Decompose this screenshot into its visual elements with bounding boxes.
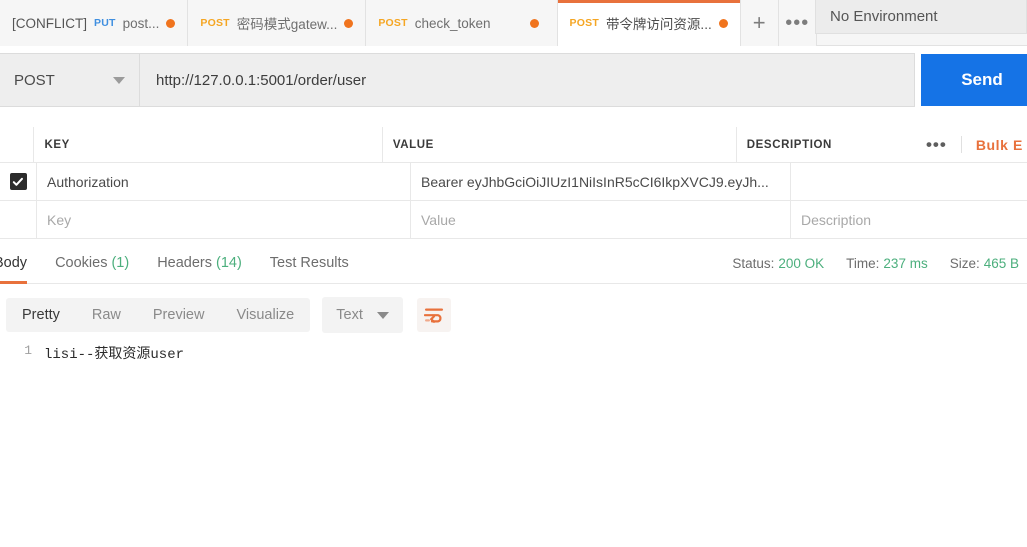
view-tab-raw[interactable]: Raw (76, 298, 137, 332)
http-method-value: POST (14, 71, 55, 89)
view-tab-preview[interactable]: Preview (137, 298, 221, 332)
size-value: 465 B (983, 256, 1019, 271)
status-value: 200 OK (778, 256, 825, 271)
tab-method-badge: POST (200, 17, 230, 29)
tab-method-badge: POST (569, 17, 599, 29)
column-header-description-label: DESCRIPTION (746, 138, 832, 151)
placeholder-description-cell[interactable]: Description (791, 201, 1027, 238)
table-tools: ••• Bulk E (912, 136, 1027, 153)
url-value: http://127.0.0.1:5001/order/user (156, 71, 367, 89)
new-tab-button[interactable]: + (740, 0, 779, 46)
tab-title: 带令牌访问资源... (605, 17, 712, 32)
line-number: 1 (24, 343, 32, 358)
line-content: lisi--获取资源user (44, 347, 185, 363)
table-header-row: KEY VALUE DESCRIPTION ••• Bulk E (0, 127, 1027, 163)
response-view-mode-group: Pretty Raw Preview Visualize (6, 298, 311, 332)
row-key-cell[interactable]: Authorization (37, 163, 411, 200)
row-key-value: Authorization (47, 173, 129, 190)
row-enabled-checkbox[interactable] (9, 173, 27, 190)
time-label: Time: (846, 256, 880, 271)
response-tab-cookies-label: Cookies (55, 255, 108, 271)
word-wrap-toggle[interactable] (416, 298, 451, 332)
time-value: 237 ms (883, 256, 928, 271)
tab-options-button[interactable]: ••• (778, 0, 817, 46)
placeholder-value-text: Value (421, 211, 456, 228)
placeholder-checkbox-cell (0, 201, 37, 238)
row-description-cell[interactable] (791, 163, 1027, 200)
column-header-value: VALUE (383, 127, 737, 162)
response-tab-headers-count: (14) (216, 255, 242, 271)
table-placeholder-row[interactable]: Key Value Description (0, 201, 1027, 239)
request-url-bar: POST http://127.0.0.1:5001/order/user Se… (0, 52, 1027, 108)
response-meta: Status: 200 OK Time: 237 ms Size: 465 B (732, 243, 1019, 284)
request-tab-3[interactable]: POST check_token (366, 0, 558, 46)
response-tab-cookies[interactable]: Cookies (1) (55, 243, 129, 284)
view-tab-pretty[interactable]: Pretty (6, 298, 76, 332)
tab-title: check_token (414, 15, 491, 31)
response-body[interactable]: 1 lisi--获取资源user (0, 343, 1027, 547)
request-tab-4-active[interactable]: POST 带令牌访问资源... (557, 0, 741, 46)
code-line: 1 lisi--获取资源user (0, 343, 1027, 365)
url-input[interactable]: http://127.0.0.1:5001/order/user (140, 53, 915, 107)
row-value-cell[interactable]: Bearer eyJhbGciOiJIUzI1NiIsInR5cCI6IkpXV… (411, 163, 791, 200)
unsaved-indicator-icon[interactable] (344, 18, 354, 28)
plus-icon: + (752, 10, 766, 35)
placeholder-value-cell[interactable]: Value (411, 201, 791, 238)
tab-method-badge: POST (378, 17, 408, 29)
request-tab-bar: [CONFLICT] PUT post... POST 密码模式gatew...… (0, 0, 1027, 46)
status-badge: Status: 200 OK (732, 256, 824, 271)
tab-title: 密码模式gatew... (236, 17, 338, 32)
response-tab-bar: Body Cookies (1) Headers (14) Test Resul… (0, 243, 1027, 284)
unsaved-indicator-icon[interactable] (166, 18, 176, 28)
view-tab-visualize[interactable]: Visualize (220, 298, 310, 332)
unsaved-indicator-icon[interactable] (718, 18, 728, 28)
chevron-down-icon (113, 76, 125, 84)
table-row[interactable]: Authorization Bearer eyJhbGciOiJIUzI1NiI… (0, 163, 1027, 201)
response-tab-cookies-count: (1) (111, 255, 130, 271)
postman-window: [CONFLICT] PUT post... POST 密码模式gatew...… (0, 0, 1027, 547)
column-header-key: KEY (34, 127, 383, 162)
size-badge: Size: 465 B (950, 256, 1019, 271)
environment-label: No Environment (830, 8, 938, 25)
size-label: Size: (949, 256, 980, 271)
chevron-down-icon (376, 311, 389, 319)
placeholder-key-text: Key (47, 211, 72, 228)
word-wrap-icon (423, 308, 443, 323)
headers-table: KEY VALUE DESCRIPTION ••• Bulk E Authori… (0, 127, 1027, 239)
bulk-edit-link[interactable]: Bulk E (962, 137, 1023, 153)
response-tab-body[interactable]: Body (0, 243, 28, 284)
request-tab-1[interactable]: [CONFLICT] PUT post... (0, 0, 189, 46)
time-badge: Time: 237 ms (846, 256, 928, 271)
placeholder-key-cell[interactable]: Key (37, 201, 411, 238)
unsaved-indicator-icon[interactable] (529, 18, 539, 28)
response-tab-test-results-label: Test Results (269, 255, 349, 271)
column-header-description: DESCRIPTION ••• Bulk E (737, 127, 1027, 162)
response-format-value: Text (336, 307, 363, 323)
header-checkbox-spacer (0, 127, 35, 162)
send-button[interactable]: Send (921, 54, 1027, 106)
response-format-select[interactable]: Text (322, 297, 403, 333)
tab-method-badge: PUT (94, 17, 116, 29)
response-tab-test-results[interactable]: Test Results (270, 243, 349, 284)
response-tab-body-label: Body (0, 255, 28, 271)
response-view-toolbar: Pretty Raw Preview Visualize Text (0, 291, 1027, 339)
environment-selector[interactable]: No Environment (815, 0, 1027, 34)
placeholder-description-text: Description (801, 211, 872, 228)
tab-title: post... (122, 15, 160, 31)
table-options-icon[interactable]: ••• (912, 136, 962, 153)
row-checkbox-cell (0, 163, 37, 200)
http-method-select[interactable]: POST (0, 53, 140, 107)
ellipsis-icon: ••• (785, 12, 810, 34)
row-value-value: Bearer eyJhbGciOiJIUzI1NiIsInR5cCI6IkpXV… (421, 173, 769, 190)
response-tab-headers[interactable]: Headers (14) (157, 243, 242, 284)
status-label: Status: (732, 256, 775, 271)
response-tab-headers-label: Headers (157, 255, 212, 271)
request-tab-2[interactable]: POST 密码模式gatew... (188, 0, 367, 46)
tab-conflict-label: [CONFLICT] (12, 15, 88, 31)
